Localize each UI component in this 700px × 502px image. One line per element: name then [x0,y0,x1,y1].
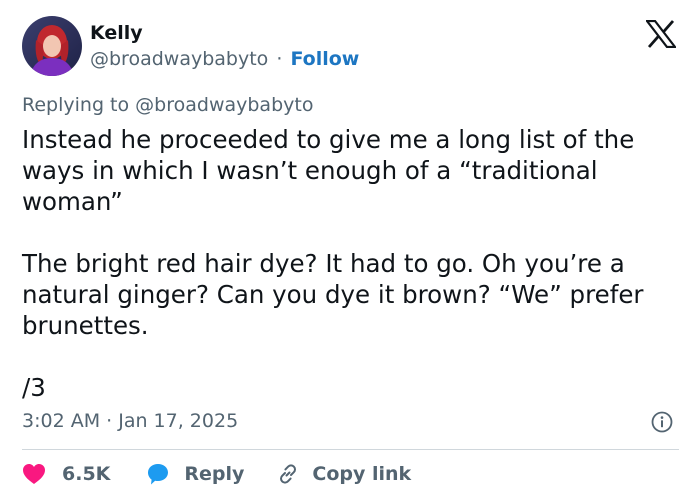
author-handle-row: @broadwaybabyto · Follow [90,48,359,70]
tweet-paragraph-1: Instead he proceeded to give me a long l… [22,125,635,216]
replying-mention[interactable]: @broadwaybabyto [135,94,313,116]
handle-separator: · [276,48,283,70]
like-count: 6.5K [62,463,111,485]
heart-icon [23,464,45,484]
x-logo-icon[interactable] [646,20,676,48]
copy-link-button[interactable]: Copy link [276,462,411,486]
author-handle[interactable]: @broadwaybabyto [90,48,268,70]
tweet-text: Instead he proceeded to give me a long l… [22,124,682,403]
follow-button[interactable]: Follow [290,48,359,70]
divider [22,449,679,450]
reply-button[interactable]: Reply [146,462,244,486]
speech-bubble-icon [148,464,169,485]
tweet-card: Kelly @broadwaybabyto · Follow Replying … [0,0,700,502]
avatar[interactable] [22,16,82,76]
link-icon [280,464,297,484]
tweet-paragraph-3: /3 [22,373,46,402]
tweet-paragraph-2: The bright red hair dye? It had to go. O… [22,249,644,340]
replying-to: Replying to @broadwaybabyto [22,94,313,116]
info-icon[interactable] [651,411,673,433]
reply-label: Reply [184,463,245,485]
author-name[interactable]: Kelly [90,22,143,44]
replying-prefix: Replying to [22,94,136,116]
like-button[interactable]: 6.5K [22,463,110,485]
action-bar: 6.5K Reply Copy link [22,459,411,489]
copy-link-label: Copy link [312,463,412,485]
tweet-timestamp[interactable]: 3:02 AM · Jan 17, 2025 [22,410,238,432]
